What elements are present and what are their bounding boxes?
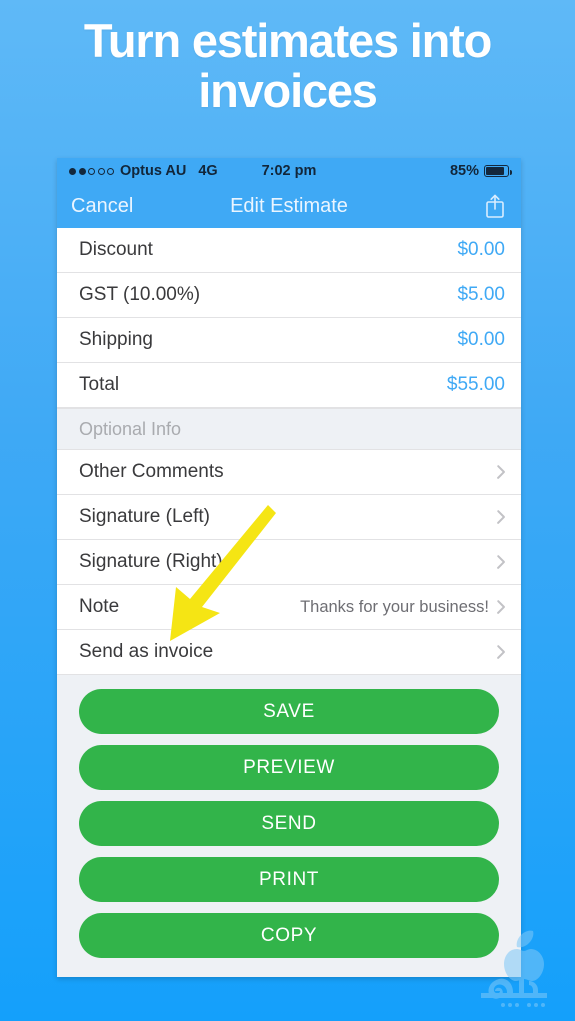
carrier-label: Optus AU [120, 163, 187, 179]
cancel-button[interactable]: Cancel [71, 195, 133, 218]
preview-button[interactable]: PREVIEW [79, 745, 499, 790]
section-header-optional-info: Optional Info [57, 408, 521, 450]
action-buttons: SAVE PREVIEW SEND PRINT COPY [57, 675, 521, 974]
table-row[interactable]: Shipping $0.00 [57, 318, 521, 363]
save-button[interactable]: SAVE [79, 689, 499, 734]
row-amount: $0.00 [457, 329, 505, 350]
row-label: Shipping [79, 329, 153, 350]
battery-percent-label: 85% [449, 163, 479, 179]
optional-info-list: Other Comments Signature (Left) Signatur… [57, 450, 521, 675]
row-amount: $0.00 [457, 239, 505, 260]
print-button[interactable]: PRINT [79, 857, 499, 902]
status-bar-right: 85% [449, 163, 512, 179]
list-item-note[interactable]: Note Thanks for your business! [57, 585, 521, 630]
list-item-send-as-invoice[interactable]: Send as invoice [57, 630, 521, 675]
chevron-right-icon [495, 598, 505, 616]
status-bar: Optus AU 4G 7:02 pm 85% [57, 158, 521, 184]
copy-button[interactable]: COPY [79, 913, 499, 958]
table-row[interactable]: Total $55.00 [57, 363, 521, 408]
phone-screenshot: Optus AU 4G 7:02 pm 85% Cancel Edit Esti… [57, 158, 521, 977]
row-amount: $5.00 [457, 284, 505, 305]
note-value: Thanks for your business! [300, 597, 489, 616]
table-row[interactable]: GST (10.00%) $5.00 [57, 273, 521, 318]
row-label: Note [79, 596, 120, 617]
chevron-right-icon [495, 643, 505, 661]
row-label: Discount [79, 239, 153, 260]
battery-icon [484, 165, 512, 177]
network-type-label: 4G [198, 163, 218, 179]
row-label: Other Comments [79, 461, 224, 482]
chevron-right-icon [495, 463, 505, 481]
chevron-right-icon [495, 553, 505, 571]
share-icon[interactable] [483, 192, 507, 220]
status-bar-left: Optus AU 4G [69, 163, 218, 179]
signal-strength-icon [69, 167, 114, 175]
row-amount: $55.00 [446, 374, 505, 395]
row-label: Total [79, 374, 120, 395]
promo-headline: Turn estimates into invoices [83, 14, 492, 117]
table-row[interactable]: Discount $0.00 [57, 228, 521, 273]
row-label: Signature (Left) [79, 506, 210, 527]
totals-list: Discount $0.00 GST (10.00%) $5.00 Shippi… [57, 228, 521, 408]
row-label: Send as invoice [79, 641, 214, 662]
row-label: Signature (Right) [79, 551, 223, 572]
list-item-signature-right[interactable]: Signature (Right) [57, 540, 521, 585]
list-item-other-comments[interactable]: Other Comments [57, 450, 521, 495]
send-button[interactable]: SEND [79, 801, 499, 846]
chevron-right-icon [495, 508, 505, 526]
row-label: GST (10.00%) [79, 284, 201, 305]
list-item-signature-left[interactable]: Signature (Left) [57, 495, 521, 540]
navigation-bar: Cancel Edit Estimate [57, 184, 521, 228]
